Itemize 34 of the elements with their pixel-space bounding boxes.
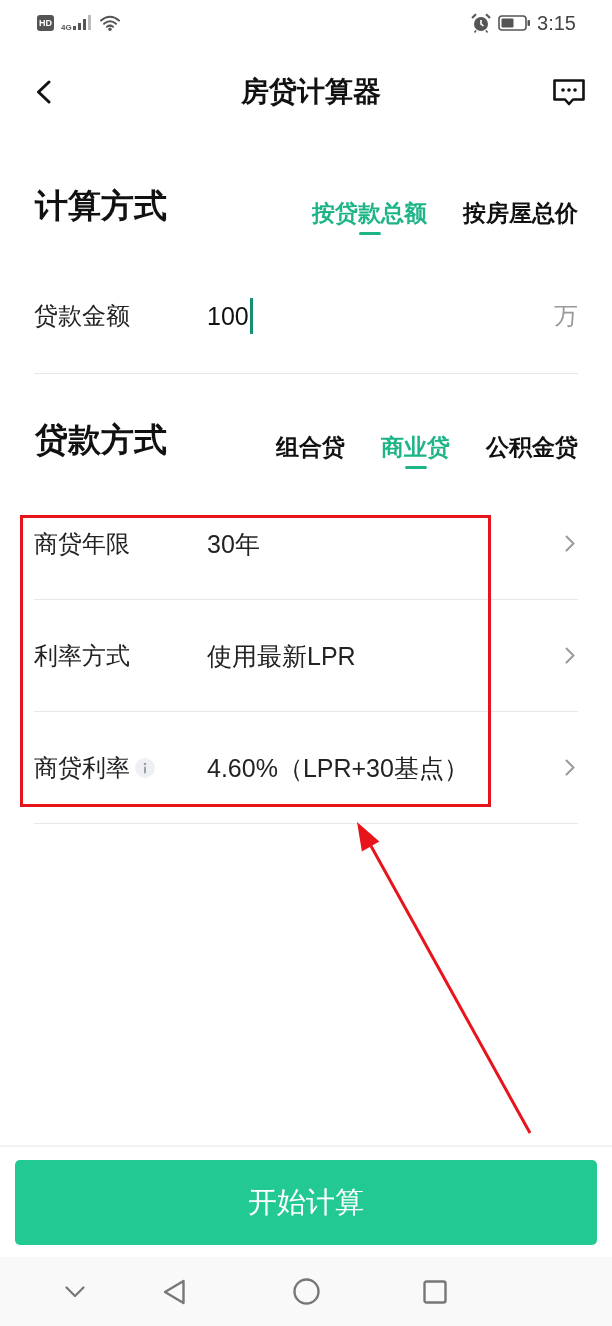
back-chevron-icon	[36, 80, 51, 104]
clock-time: 3:15	[537, 10, 576, 35]
field-label: 贷款金额	[34, 301, 130, 331]
chevron-right-icon[interactable]	[565, 647, 575, 664]
home-circle-icon[interactable]	[293, 1278, 320, 1305]
chat-bubble-icon	[553, 78, 585, 106]
tab[interactable]: 组合贷	[276, 433, 345, 469]
wifi-icon	[99, 14, 121, 31]
tab[interactable]: 公积金贷	[486, 433, 578, 469]
field-label: 利率方式	[34, 640, 130, 671]
hd-badge: HD	[37, 14, 54, 31]
recent-apps-square-icon[interactable]	[423, 1279, 447, 1304]
field-label: 商贷利率	[34, 752, 130, 783]
signal-icon	[72, 15, 93, 30]
unit-label: 万	[554, 301, 578, 331]
back-triangle-icon[interactable]	[163, 1278, 186, 1305]
setting-value: 4.60%（LPR+30基点）	[207, 752, 470, 783]
amount-input[interactable]: 100	[207, 298, 554, 334]
field-label: 商贷年限	[34, 528, 130, 559]
tab[interactable]: 按房屋总价	[463, 199, 578, 235]
page-title: 房贷计算器	[240, 75, 381, 109]
battery-icon	[498, 14, 531, 31]
info-icon[interactable]	[135, 757, 155, 778]
chevron-right-icon[interactable]	[565, 759, 575, 776]
chevron-down-icon[interactable]	[65, 1285, 85, 1298]
back-button[interactable]	[36, 80, 51, 104]
alarm-clock-icon	[471, 12, 492, 33]
setting-value: 使用最新LPR	[207, 640, 357, 671]
section-title: 计算方式	[35, 186, 167, 226]
setting-value: 30年	[207, 528, 261, 559]
section-title: 贷款方式	[35, 420, 167, 460]
chevron-right-icon[interactable]	[565, 535, 575, 552]
feedback-button[interactable]	[553, 78, 585, 106]
network-type-label: 4G	[61, 22, 72, 32]
